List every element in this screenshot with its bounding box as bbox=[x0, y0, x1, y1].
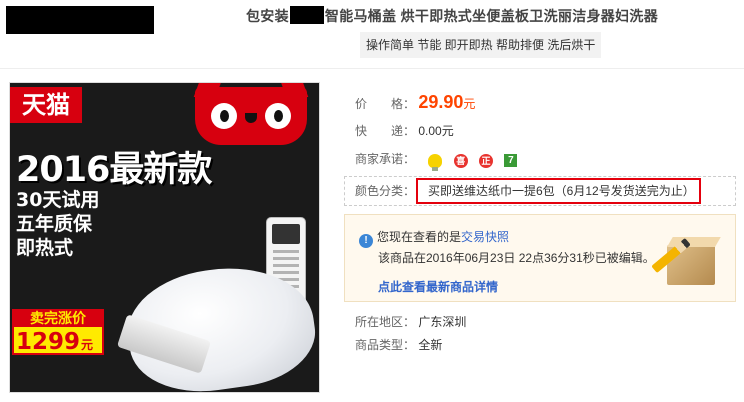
location-label: 所在地区： bbox=[355, 315, 416, 329]
snapshot-link[interactable]: 交易快照 bbox=[461, 230, 509, 244]
redacted-brand bbox=[289, 6, 324, 24]
price-row: 价 格： 29.90元 bbox=[355, 92, 475, 112]
product-type-row: 商品类型： 全新 bbox=[355, 336, 442, 353]
snapshot-notice: ! 您现在查看的是交易快照 该商品在2016年06月23日 22点36分31秒已被… bbox=[344, 214, 736, 302]
latest-details-link[interactable]: 点此查看最新商品详情 bbox=[378, 278, 498, 295]
badge-title: 卖完涨价 bbox=[14, 309, 102, 327]
promise-row: 商家承诺： 喜 正 7 bbox=[355, 149, 525, 171]
seven-day-icon[interactable]: 7 bbox=[504, 154, 518, 168]
shipping-value: 0.00元 bbox=[418, 124, 454, 138]
location-value: 广东深圳 bbox=[418, 315, 467, 329]
promise-label: 商家承诺： bbox=[355, 152, 416, 166]
location-row: 所在地区： 广东深圳 bbox=[355, 313, 466, 330]
zheng-icon[interactable]: 正 bbox=[479, 153, 494, 168]
edit-pencil-box-icon bbox=[645, 231, 723, 289]
color-label: 颜色分类： bbox=[355, 184, 416, 198]
color-option-row: 颜色分类： 买即送维达纸巾一提6包（6月12号发货送完为止） bbox=[344, 176, 736, 206]
product-subtitle: 操作简单 节能 即开即热 帮助排便 洗后烘干 bbox=[360, 32, 602, 58]
info-icon: ! bbox=[359, 234, 373, 248]
divider bbox=[0, 68, 744, 69]
bulb-icon[interactable] bbox=[428, 153, 443, 171]
badge-price: 1299 bbox=[16, 329, 81, 355]
snapshot-prefix: 您现在查看的是 bbox=[377, 230, 462, 244]
shipping-label: 快 递： bbox=[355, 124, 416, 138]
type-label: 商品类型： bbox=[355, 338, 416, 352]
type-value: 全新 bbox=[418, 338, 443, 352]
tmall-logo: 天猫 bbox=[10, 87, 82, 123]
color-option-selected[interactable]: 买即送维达纸巾一提6包（6月12号发货送完为止） bbox=[416, 178, 701, 204]
xi-icon[interactable]: 喜 bbox=[453, 153, 468, 168]
feature-warranty: 五年质保 bbox=[16, 213, 93, 235]
title-prefix: 包安装 bbox=[246, 8, 289, 24]
shipping-row: 快 递： 0.00元 bbox=[355, 121, 454, 141]
price-unit: 元 bbox=[463, 97, 476, 111]
product-title: 包安装 智能马桶盖 烘干即热式坐便盖板卫洗丽洁身器妇洗器 bbox=[160, 5, 744, 27]
feature-instant-heat: 即热式 bbox=[16, 237, 74, 259]
redacted-shop-name bbox=[6, 6, 154, 34]
edited-text: 该商品在2016年06月23日 22点36分31秒已被编辑。 bbox=[378, 251, 655, 265]
badge-unit: 元 bbox=[81, 338, 94, 352]
price-value: 29.90 bbox=[418, 92, 464, 112]
price-label: 价 格： bbox=[355, 97, 416, 111]
snapshot-line: ! 您现在查看的是交易快照 bbox=[359, 228, 509, 248]
product-main-image[interactable]: 天猫 2016最新款 30天试用 五年质保 即热式 卖完涨价 1299元 bbox=[9, 82, 320, 393]
title-suffix: 智能马桶盖 烘干即热式坐便盖板卫洗丽洁身器妇洗器 bbox=[324, 8, 658, 24]
tmall-cat-face-icon bbox=[195, 87, 307, 145]
feature-trial: 30天试用 bbox=[16, 189, 100, 211]
price-badge: 卖完涨价 1299元 bbox=[12, 309, 104, 355]
